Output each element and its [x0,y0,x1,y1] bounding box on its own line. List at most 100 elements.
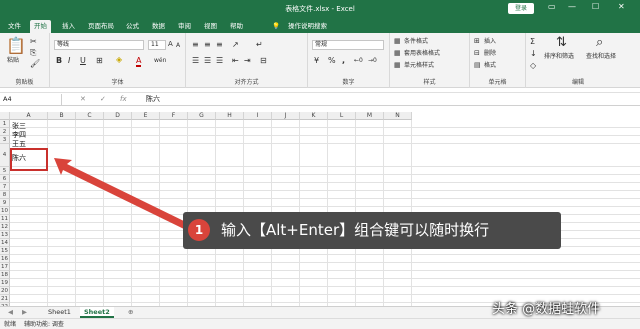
format-cells-icon[interactable]: ▤ [474,61,481,70]
merge-center-icon[interactable]: ⊟ [260,56,267,65]
autosum-icon[interactable]: Σ [530,37,535,46]
percent-button[interactable]: % [328,56,336,65]
italic-button[interactable]: I [68,56,70,65]
maximize-icon[interactable]: ☐ [592,2,599,11]
align-right-icon[interactable]: ☰ [216,56,223,65]
group-font: 等线 11 A A B I U ⊞ ◈ A wén 字体 [50,33,186,88]
title-bar: 表格文件.xlsx - Excel 登录 ▭ — ☐ ✕ [0,0,640,18]
group-label-alignment: 对齐方式 [234,79,259,86]
paste-icon[interactable]: 📋 [6,37,26,55]
border-icon[interactable]: ⊞ [96,56,103,65]
add-sheet-button[interactable]: ⊕ [124,307,137,318]
cell-styles-icon[interactable]: ▦ [394,61,401,70]
tab-help[interactable]: 帮助 [226,20,247,33]
underline-button[interactable]: U [80,56,86,65]
excel-window: 表格文件.xlsx - Excel 登录 ▭ — ☐ ✕ 文件 开始 插入 页面… [0,0,640,329]
align-bottom-icon[interactable]: ≡ [216,40,223,49]
login-button[interactable]: 登录 [508,3,534,14]
copy-icon[interactable]: ⎘ [30,48,36,57]
font-color-icon[interactable]: A [136,56,142,67]
align-center-icon[interactable]: ☰ [204,56,211,65]
wrap-text-icon[interactable]: ↵ [256,40,263,49]
close-icon[interactable]: ✕ [618,2,625,11]
currency-icon[interactable]: ¥ [314,56,319,65]
fill-icon[interactable]: ↓ [530,49,537,58]
comma-style-button[interactable]: , [342,56,345,65]
group-label-cells: 单元格 [488,79,507,86]
cell-styles-button[interactable]: 单元格样式 [404,62,434,70]
tab-formulas[interactable]: 公式 [122,20,143,33]
worksheet-grid[interactable]: ABCDEFGHIJKLMN 1 2 3 4 5 6 7 8 9 10 11 12 13 14 15 16 17… [0,112,640,306]
group-number: 常规 ¥ % , ←0 →0 数字 [308,33,390,88]
group-editing: Σ ↓ ◇ ⇅ 排序和筛选 ⌕ 查找和选择 编辑 [526,33,630,88]
tell-me-search[interactable]: 操作说明搜索 [288,20,327,33]
increase-indent-icon[interactable]: ⇥ [244,56,251,65]
insert-cells-button[interactable]: 插入 [484,38,496,46]
bold-button[interactable]: B [56,56,62,65]
formula-input[interactable]: 陈六 [146,94,160,105]
clear-icon[interactable]: ◇ [530,61,536,70]
confirm-edit-icon[interactable]: ✓ [100,94,106,105]
callout-text: 输入【Alt+Enter】组合键可以随时换行 [221,221,490,239]
lightbulb-icon: 💡 [272,22,281,30]
ribbon-display-icon[interactable]: ▭ [548,2,556,11]
group-label-font: 字体 [111,79,124,86]
conditional-format-button[interactable]: 条件格式 [404,38,428,46]
group-clipboard: 📋 粘贴 ✂ ⎘ 🖌 剪贴板 [0,33,50,88]
minimize-icon[interactable]: — [568,2,576,11]
sort-filter-button[interactable]: 排序和筛选 [544,53,574,61]
fill-color-icon[interactable]: ◈ [116,55,122,64]
group-alignment: ≡ ≡ ≡ ↗ ↵ ☰ ☰ ☰ ⇤ ⇥ ⊟ 对齐方式 [186,33,308,88]
tab-insert[interactable]: 插入 [58,20,79,33]
scroll-next-sheet-icon[interactable]: ▶ [18,307,31,318]
insert-function-button[interactable]: fx [120,94,127,105]
conditional-format-icon[interactable]: ▦ [394,37,401,46]
group-label-styles: 样式 [423,79,436,86]
align-left-icon[interactable]: ☰ [192,56,199,65]
tab-home[interactable]: 开始 [30,20,51,33]
align-middle-icon[interactable]: ≡ [204,40,211,49]
increase-decimal-icon[interactable]: ←0 [354,56,363,65]
decrease-font-icon[interactable]: A [176,41,180,50]
ribbon-tabs: 文件 开始 插入 页面布局 公式 数据 审阅 视图 帮助 💡 操作说明搜索 [0,18,640,33]
align-top-icon[interactable]: ≡ [192,40,199,49]
decrease-indent-icon[interactable]: ⇤ [232,56,239,65]
status-ready: 就绪 [4,321,17,328]
format-cells-button[interactable]: 格式 [484,62,496,70]
decrease-decimal-icon[interactable]: →0 [368,56,377,65]
pointer-arrow [54,158,190,230]
find-select-button[interactable]: 查找和选择 [586,53,616,61]
scroll-prev-sheet-icon[interactable]: ◀ [4,307,17,318]
format-as-table-icon[interactable]: ▦ [394,49,401,58]
cut-icon[interactable]: ✂ [30,37,37,46]
cancel-edit-icon[interactable]: ✕ [80,94,86,105]
sheet-tab-sheet2[interactable]: Sheet2 [80,307,114,318]
tab-page-layout[interactable]: 页面布局 [84,20,118,33]
font-size-select[interactable]: 11 [148,40,166,50]
sort-filter-icon[interactable]: ⇅ [556,36,567,50]
format-painter-icon[interactable]: 🖌 [30,59,40,68]
tab-view[interactable]: 视图 [200,20,221,33]
group-label-number: 数字 [342,79,355,86]
find-select-icon[interactable]: ⌕ [596,36,603,50]
accessibility-status[interactable]: 辅助功能: 调查 [24,321,64,329]
delete-cells-button[interactable]: 删除 [484,50,496,58]
phonetic-guide-icon[interactable]: wén [154,56,166,65]
paste-button[interactable]: 粘贴 [7,57,19,65]
group-styles: ▦ 条件格式 ▦ 套用表格格式 ▦ 单元格样式 样式 [390,33,470,88]
number-format-select[interactable]: 常规 [312,40,384,50]
group-cells: ⊞ 插入 ⊟ 删除 ▤ 格式 单元格 [470,33,526,88]
delete-cells-icon[interactable]: ⊟ [474,49,480,58]
insert-cells-icon[interactable]: ⊞ [474,37,480,46]
ribbon-home: 📋 粘贴 ✂ ⎘ 🖌 剪贴板 等线 11 A A B I U ⊞ ◈ A wén… [0,33,640,88]
sheet-tab-sheet1[interactable]: Sheet1 [44,307,75,318]
tab-file[interactable]: 文件 [4,20,25,33]
tab-data[interactable]: 数据 [148,20,169,33]
increase-font-icon[interactable]: A [168,40,173,49]
tab-review[interactable]: 审阅 [174,20,195,33]
orientation-icon[interactable]: ↗ [232,40,239,49]
name-box[interactable]: A4 [0,94,62,105]
font-name-select[interactable]: 等线 [54,40,144,50]
group-label-editing: 编辑 [571,79,584,86]
format-as-table-button[interactable]: 套用表格格式 [404,50,440,58]
